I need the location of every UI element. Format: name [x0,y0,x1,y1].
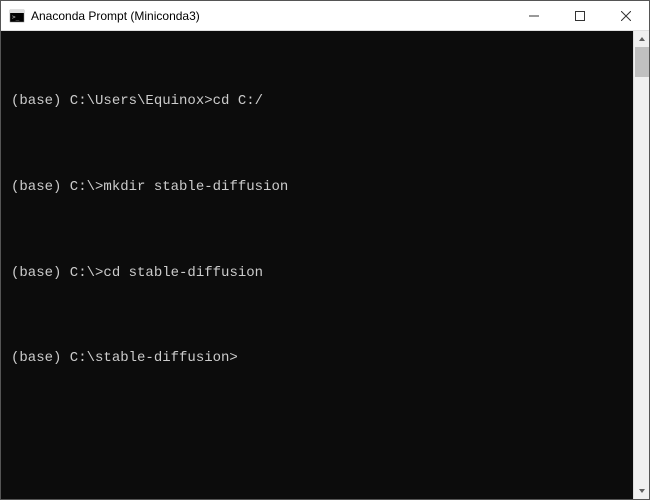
prompt-text: (base) C:\> [11,179,103,195]
command-text: cd stable-diffusion [103,265,263,281]
window-frame: >_ Anaconda Prompt (Miniconda3) (base) C… [0,0,650,500]
window-title: Anaconda Prompt (Miniconda3) [31,9,511,23]
prompt-text: (base) C:\Users\Equinox> [11,93,213,109]
scroll-thumb[interactable] [635,47,649,77]
scrollbar[interactable] [633,31,649,499]
minimize-button[interactable] [511,1,557,30]
maximize-button[interactable] [557,1,603,30]
terminal-line: (base) C:\Users\Equinox>cd C:/ [11,89,623,114]
command-text: mkdir stable-diffusion [103,179,288,195]
window-controls [511,1,649,30]
content-area: (base) C:\Users\Equinox>cd C:/ (base) C:… [1,31,649,499]
terminal-line: (base) C:\stable-diffusion> [11,346,623,371]
prompt-text: (base) C:\> [11,265,103,281]
close-button[interactable] [603,1,649,30]
terminal-line: (base) C:\>cd stable-diffusion [11,261,623,286]
titlebar[interactable]: >_ Anaconda Prompt (Miniconda3) [1,1,649,31]
prompt-text: (base) C:\stable-diffusion> [11,350,238,366]
cursor [238,349,246,365]
terminal-output[interactable]: (base) C:\Users\Equinox>cd C:/ (base) C:… [1,31,633,499]
scroll-up-button[interactable] [634,31,650,47]
svg-text:>_: >_ [12,14,20,21]
scroll-down-button[interactable] [634,483,650,499]
terminal-line: (base) C:\>mkdir stable-diffusion [11,175,623,200]
app-icon: >_ [9,8,25,24]
command-text: cd C:/ [213,93,263,109]
